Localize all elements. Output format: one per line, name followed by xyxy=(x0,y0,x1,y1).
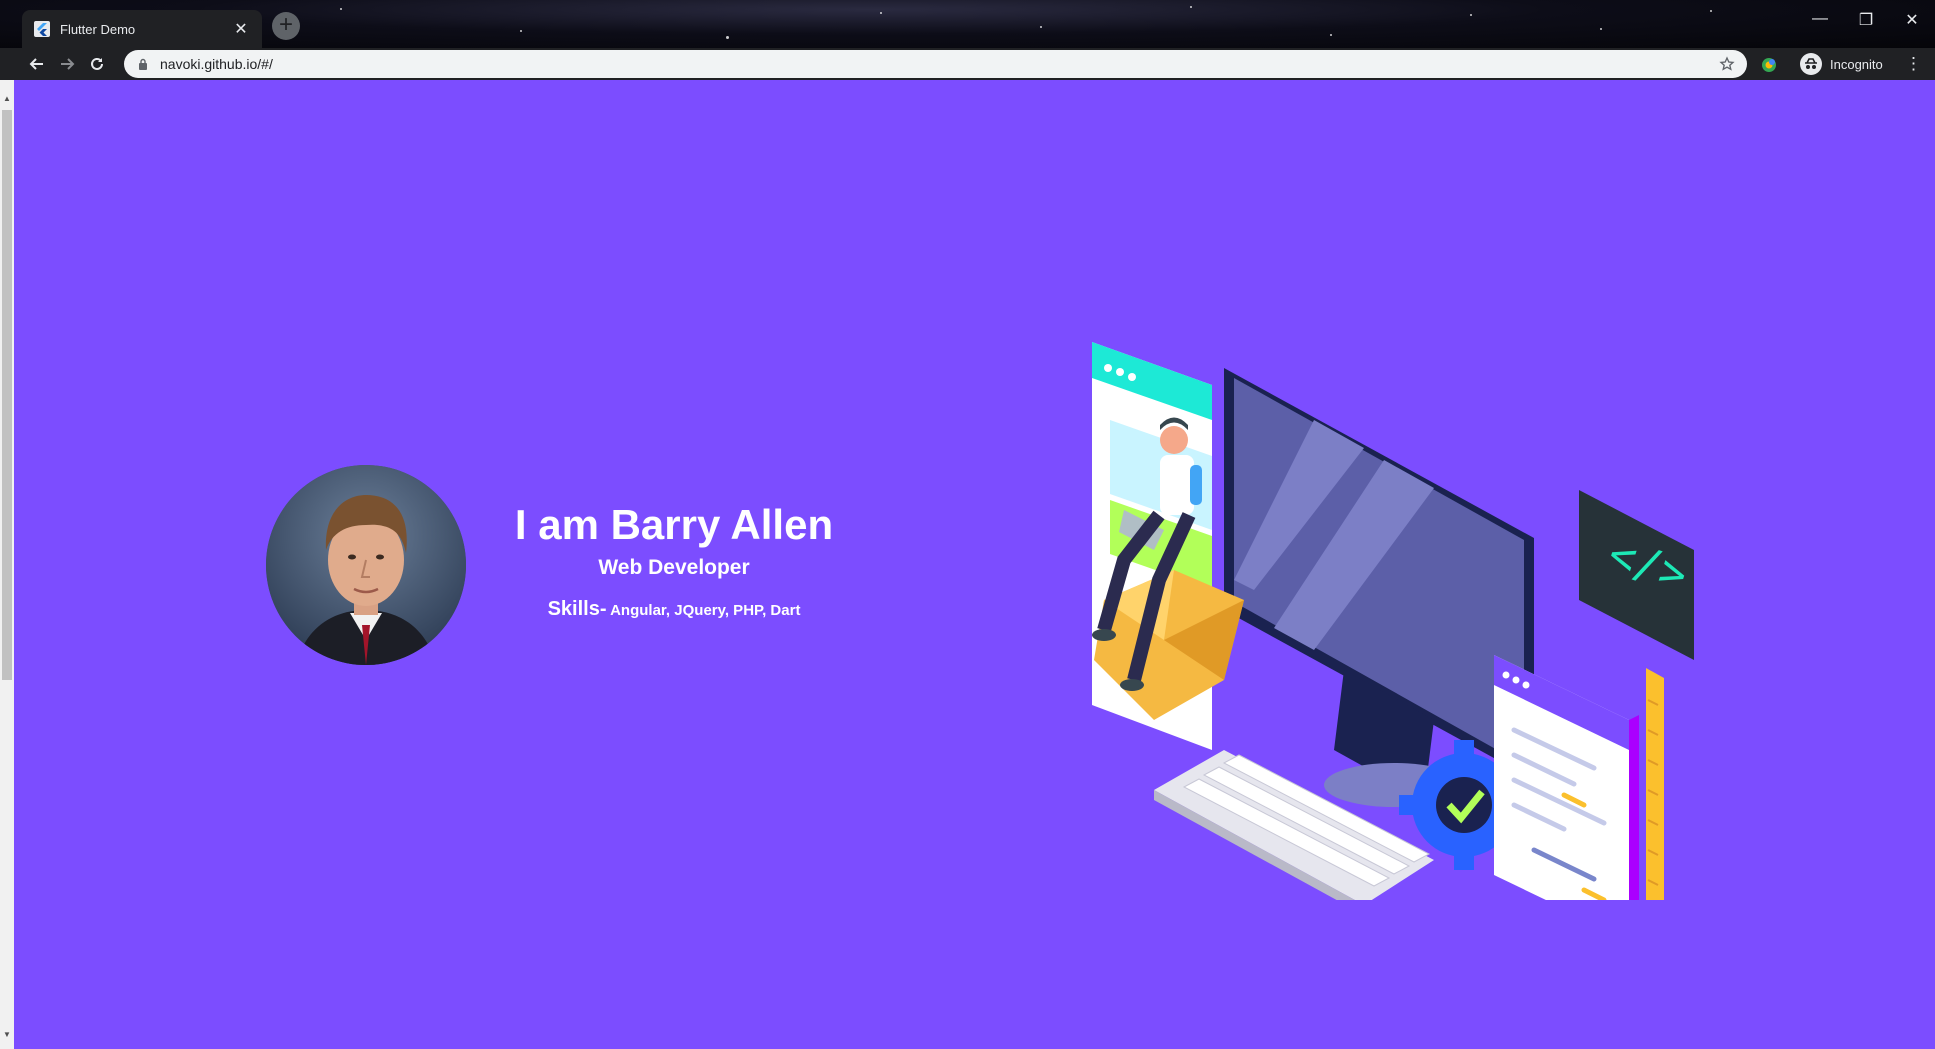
forward-button[interactable] xyxy=(52,49,82,79)
reload-button[interactable] xyxy=(82,49,112,79)
browser-toolbar: Incognito ⋮ xyxy=(0,48,1935,80)
skills-line: Skills- Angular, JQuery, PHP, Dart xyxy=(474,598,874,621)
browser-titlebar: Flutter Demo ✕ + — ❐ ✕ xyxy=(0,0,1935,48)
minimize-button[interactable]: — xyxy=(1797,10,1843,28)
code-document-graphic xyxy=(1494,655,1664,900)
scroll-down-arrow-icon[interactable]: ▼ xyxy=(2,1030,12,1039)
new-tab-button[interactable]: + xyxy=(272,12,300,40)
browser-tab[interactable]: Flutter Demo ✕ xyxy=(22,10,262,48)
extension-icon[interactable] xyxy=(1760,56,1778,74)
menu-icon[interactable]: ⋮ xyxy=(1905,54,1922,74)
address-input[interactable] xyxy=(160,56,1719,72)
profile-name: I am Barry Allen xyxy=(514,501,834,548)
forward-icon xyxy=(61,58,75,70)
scrollbar-thumb[interactable] xyxy=(2,110,12,680)
avatar xyxy=(266,465,466,665)
developer-illustration: </> xyxy=(1092,342,1694,900)
incognito-profile-button[interactable]: Incognito xyxy=(1800,51,1883,77)
skills-label: Skills- xyxy=(547,598,607,620)
address-bar[interactable] xyxy=(124,50,1747,78)
back-button[interactable] xyxy=(22,49,52,79)
page-content: I am Barry Allen Web Developer Skills- A… xyxy=(14,80,1935,1049)
skills-list: Angular, JQuery, PHP, Dart xyxy=(606,602,801,619)
reload-icon xyxy=(91,57,103,70)
back-icon xyxy=(29,58,43,70)
tab-title: Flutter Demo xyxy=(60,21,136,37)
scroll-up-arrow-icon[interactable]: ▲ xyxy=(2,94,12,103)
incognito-icon xyxy=(1800,53,1822,75)
profile-role: Web Developer xyxy=(598,556,750,579)
incognito-label: Incognito xyxy=(1830,56,1883,72)
bookmark-star-icon[interactable] xyxy=(1719,56,1735,72)
page-scrollbar[interactable]: ▲ ▼ xyxy=(0,80,14,1049)
monitor-graphic xyxy=(1224,368,1534,807)
restore-button[interactable]: ❐ xyxy=(1843,10,1889,30)
code-bubble-graphic: </> xyxy=(1579,490,1694,660)
flutter-icon xyxy=(34,21,50,37)
profile-info: I am Barry Allen Web Developer Skills- A… xyxy=(474,500,874,621)
profile-photo xyxy=(266,465,466,665)
lock-icon xyxy=(139,58,147,70)
tab-close-icon[interactable]: ✕ xyxy=(232,19,250,39)
window-close-button[interactable]: ✕ xyxy=(1889,10,1935,30)
